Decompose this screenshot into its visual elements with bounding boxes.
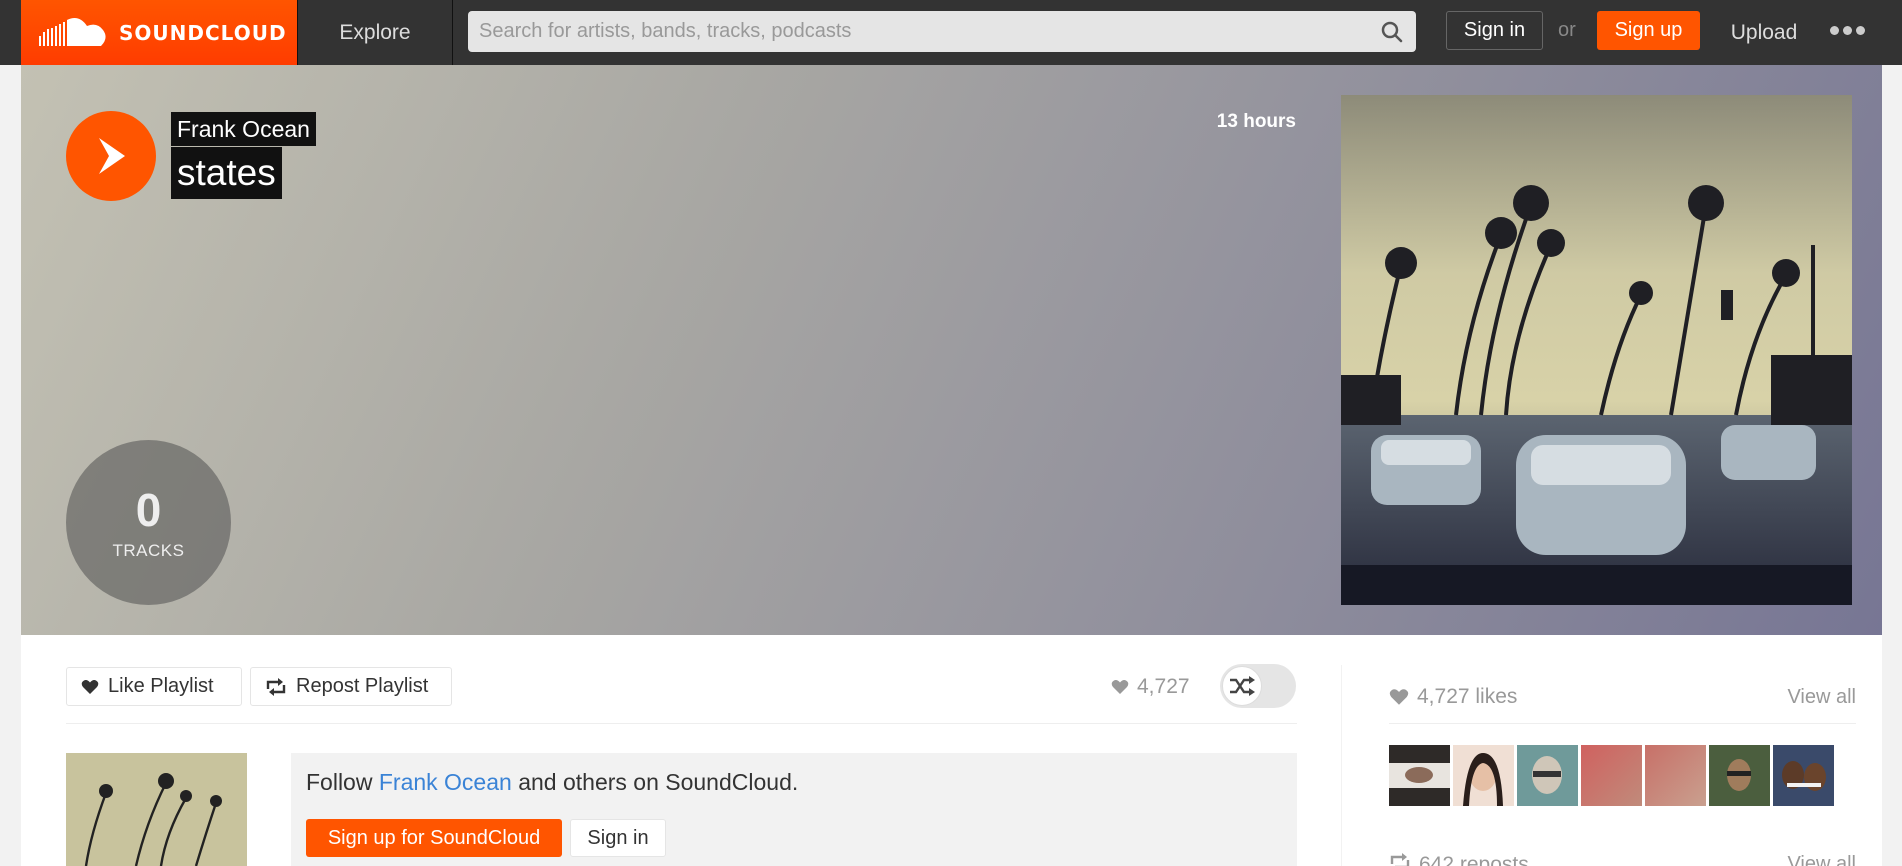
- nav-explore[interactable]: Explore: [297, 0, 453, 65]
- reposts-header: 642 reposts View all: [1389, 853, 1856, 866]
- playlist-content: Like Playlist Repost Playlist 4,727 Foll…: [21, 635, 1882, 866]
- avatar[interactable]: [1581, 745, 1642, 806]
- avatar[interactable]: [1709, 745, 1770, 806]
- avatar[interactable]: [1453, 745, 1514, 806]
- search-input[interactable]: [468, 11, 1368, 52]
- soundcloud-cloud-icon: [39, 17, 106, 46]
- view-all-likes-link[interactable]: View all: [1787, 686, 1856, 709]
- playlist-title: states: [171, 147, 282, 199]
- likes-divider: [1389, 723, 1856, 724]
- play-button[interactable]: [66, 111, 156, 201]
- repost-icon: [266, 677, 286, 696]
- like-playlist-button[interactable]: Like Playlist: [66, 667, 242, 706]
- heart-icon: [1111, 679, 1129, 694]
- logo-text: SOUNDCLOUD: [119, 20, 287, 45]
- follow-suffix: and others on SoundCloud.: [511, 769, 799, 795]
- search-icon[interactable]: [1368, 11, 1416, 52]
- likes-count[interactable]: 4,727 likes: [1389, 685, 1517, 709]
- shuffle-knob: [1222, 666, 1262, 706]
- likes-count-label: 4,727 likes: [1417, 685, 1518, 708]
- follow-text: Follow Frank Ocean and others on SoundCl…: [306, 769, 798, 796]
- playlist-hero: Frank Ocean states 13 hours 0 TRACKS: [21, 65, 1882, 635]
- signup-soundcloud-button[interactable]: Sign up for SoundCloud: [306, 819, 562, 857]
- reposts-count[interactable]: 642 reposts: [1389, 853, 1529, 866]
- liker-avatars: [1389, 745, 1834, 806]
- nav-upload[interactable]: Upload: [1714, 0, 1814, 65]
- play-icon: [99, 138, 125, 174]
- like-playlist-label: Like Playlist: [108, 675, 214, 697]
- header-signup-button[interactable]: Sign up: [1597, 11, 1700, 50]
- view-all-reposts-link[interactable]: View all: [1787, 853, 1856, 866]
- top-header: SOUNDCLOUD Explore Sign in or Sign up Up…: [0, 0, 1902, 65]
- sidebar-divider-vertical: [1341, 665, 1342, 866]
- tracks-count: 0: [135, 483, 162, 536]
- more-dots-icon[interactable]: [1822, 0, 1872, 60]
- shuffle-icon: [1230, 676, 1255, 696]
- shuffle-toggle[interactable]: [1220, 664, 1296, 708]
- repost-playlist-button[interactable]: Repost Playlist: [250, 667, 452, 706]
- avatar[interactable]: [1773, 745, 1834, 806]
- header-signin-button[interactable]: Sign in: [1446, 11, 1543, 50]
- avatar[interactable]: [1645, 745, 1706, 806]
- repost-playlist-label: Repost Playlist: [296, 675, 429, 697]
- heart-icon: [1389, 689, 1409, 705]
- tracks-label: TRACKS: [112, 540, 185, 560]
- heart-icon: [81, 679, 99, 694]
- avatar[interactable]: [1389, 745, 1450, 806]
- cover-art-image: [1341, 95, 1852, 605]
- likes-header: 4,727 likes View all: [1389, 685, 1856, 709]
- actions-divider: [66, 723, 1297, 724]
- tracks-count-badge: 0 TRACKS: [66, 440, 231, 605]
- reposts-count-label: 642 reposts: [1419, 853, 1529, 866]
- avatar[interactable]: [1517, 745, 1578, 806]
- follow-artist-link[interactable]: Frank Ocean: [379, 769, 512, 795]
- repost-icon: [1390, 853, 1410, 866]
- follow-prompt: Follow Frank Ocean and others on SoundCl…: [291, 753, 1297, 866]
- or-text: or: [1558, 19, 1576, 41]
- playlist-thumbnail: [66, 753, 247, 866]
- like-count-value: 4,727: [1137, 674, 1190, 698]
- posted-time: 13 hours: [1216, 111, 1296, 132]
- artist-name[interactable]: Frank Ocean: [171, 112, 316, 146]
- search-bar: [468, 11, 1416, 52]
- like-count: 4,727: [1111, 667, 1190, 706]
- soundcloud-logo[interactable]: SOUNDCLOUD: [21, 0, 297, 65]
- signin-button[interactable]: Sign in: [570, 819, 666, 857]
- follow-prefix: Follow: [306, 769, 379, 795]
